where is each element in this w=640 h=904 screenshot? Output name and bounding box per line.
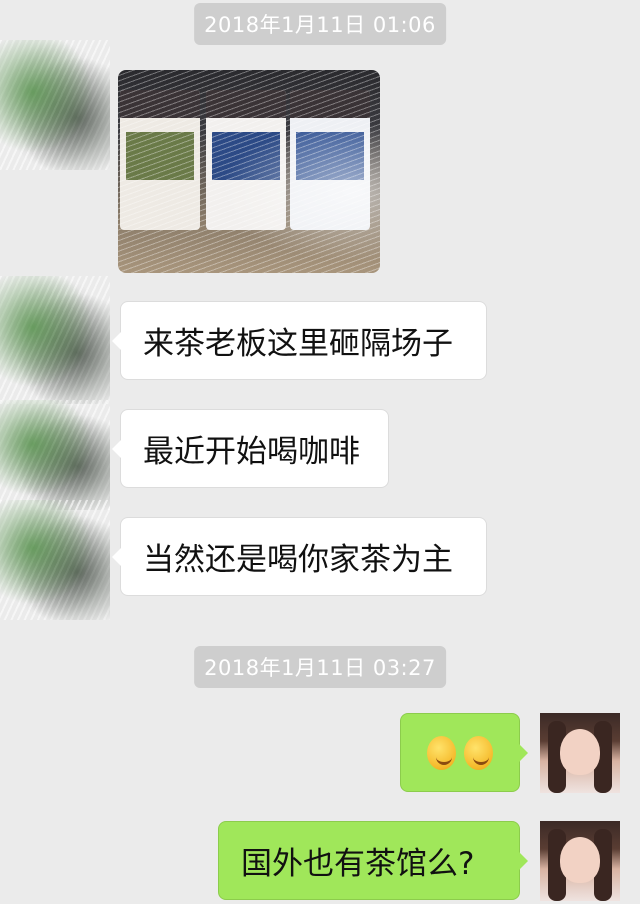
grinning-face-with-hand-icon — [464, 735, 493, 770]
my-avatar[interactable] — [540, 713, 620, 793]
timestamp-2: 2018年1月11日 03:27 — [194, 646, 446, 688]
sender-avatar[interactable] — [0, 276, 110, 404]
redacted-avatar-scribble — [0, 40, 110, 170]
image-message-coffee-bags[interactable] — [118, 70, 380, 273]
redacted-avatar-scribble — [0, 500, 110, 620]
redacted-avatar-scribble — [0, 276, 110, 404]
incoming-message[interactable]: 最近开始喝咖啡 — [112, 409, 389, 488]
timestamp-1: 2018年1月11日 01:06 — [194, 3, 446, 45]
outgoing-emoji-message[interactable] — [400, 713, 528, 792]
sender-avatar[interactable] — [0, 500, 110, 620]
redacted-avatar-scribble — [0, 400, 110, 510]
redaction-scribble — [118, 70, 380, 273]
outgoing-message[interactable]: 国外也有茶馆么? — [218, 821, 528, 900]
my-avatar[interactable] — [540, 821, 620, 901]
incoming-message[interactable]: 当然还是喝你家茶为主 — [112, 517, 487, 596]
sender-avatar[interactable] — [0, 40, 110, 170]
sender-avatar[interactable] — [0, 400, 110, 510]
incoming-message[interactable]: 来茶老板这里砸隔场子 — [112, 301, 487, 380]
grinning-face-with-hand-icon — [427, 735, 456, 770]
